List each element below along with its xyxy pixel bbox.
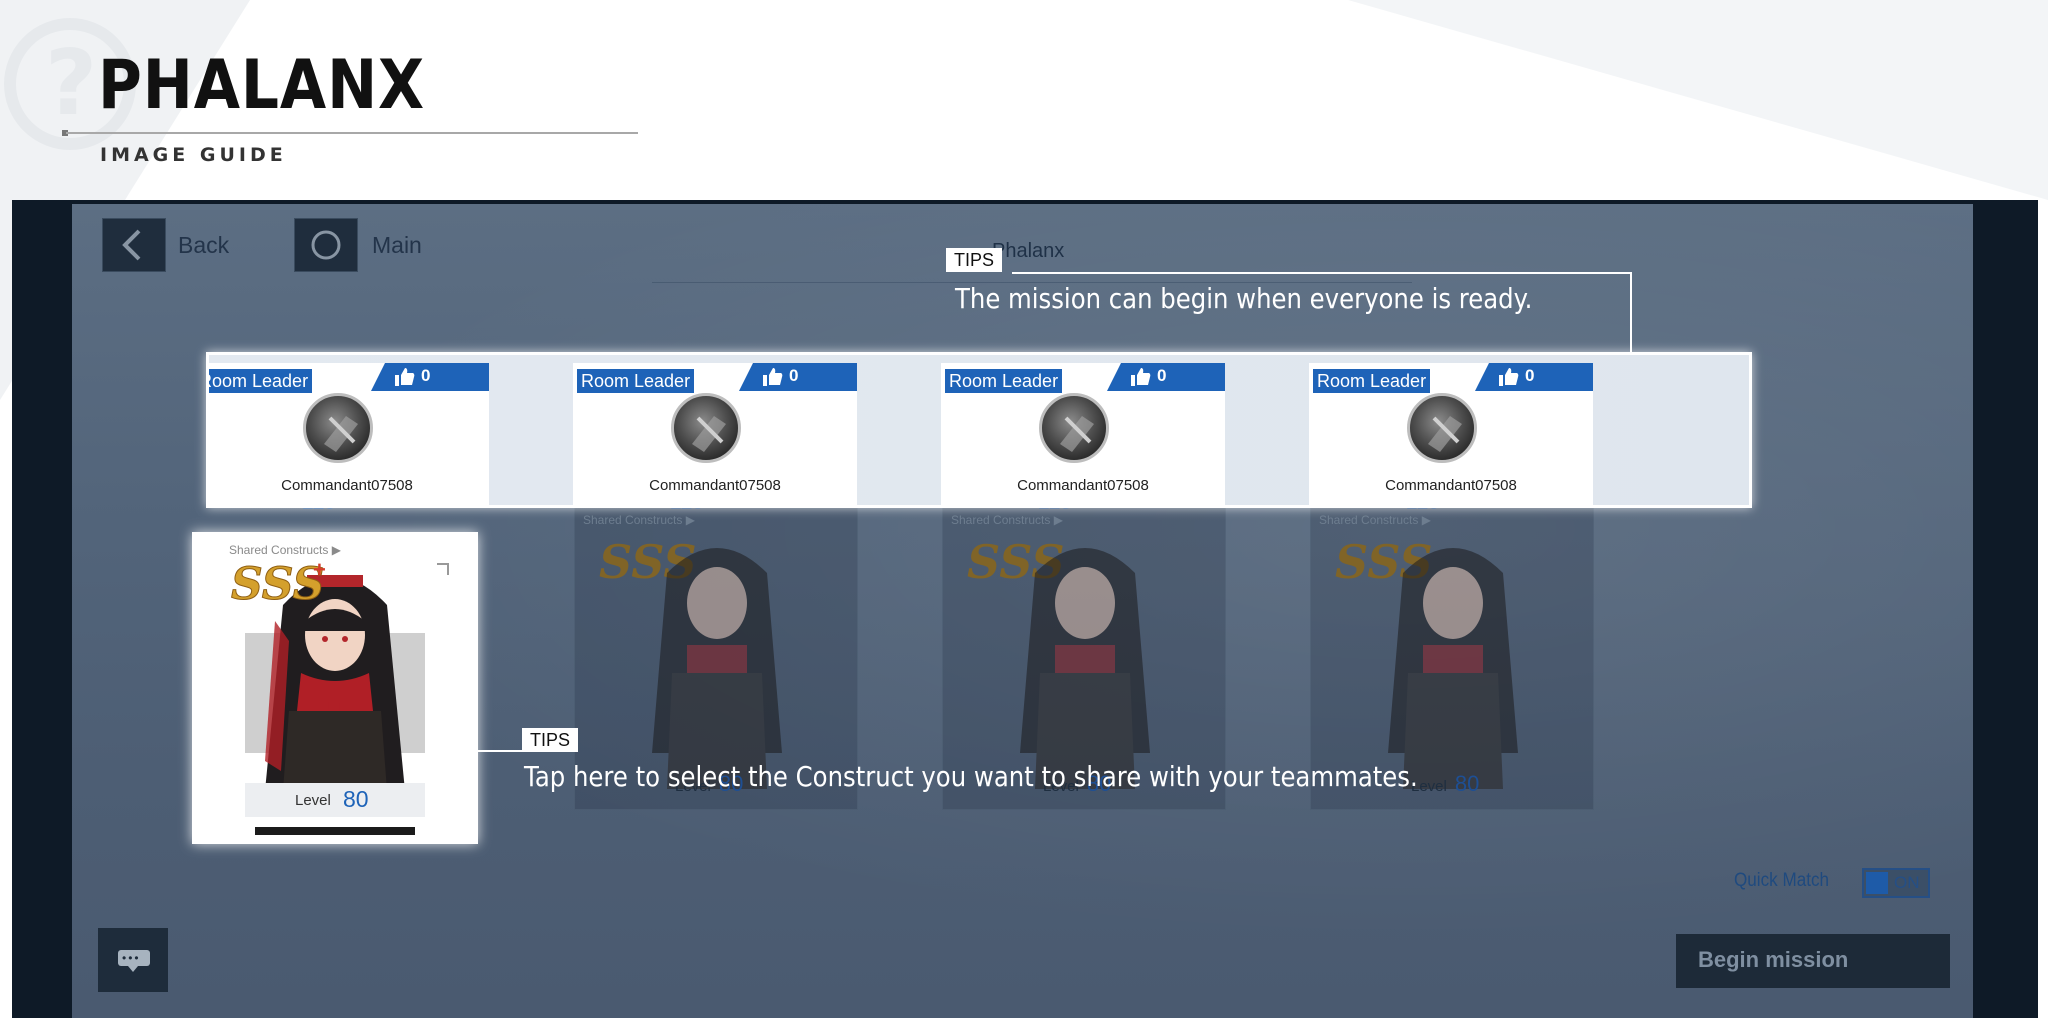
tip-leader-line [1012, 272, 1632, 274]
player-card[interactable]: Room Leader 0 Commandant07508 [1309, 363, 1593, 505]
tip-leader-line [1630, 272, 1632, 354]
page-subtitle: IMAGE GUIDE [100, 144, 287, 166]
like-button[interactable]: 0 [371, 363, 489, 391]
thumbs-up-icon [1131, 368, 1151, 386]
player-name: Commandant07508 [1385, 477, 1517, 494]
circle-icon [311, 230, 341, 260]
construct-portrait [652, 548, 782, 789]
avatar [1407, 393, 1477, 463]
thumbs-up-icon [395, 368, 415, 386]
shared-constructs-label: Shared Constructs ▶ [583, 513, 695, 527]
avatar [671, 393, 741, 463]
player-name: Commandant07508 [1017, 477, 1149, 494]
page-title: PHALANX [98, 46, 426, 125]
room-leader-tag: Room Leader [209, 369, 313, 393]
like-count: 0 [421, 366, 431, 385]
begin-mission-button[interactable]: Begin mission [1676, 934, 1950, 988]
room-leader-tag: Room Leader [1313, 369, 1431, 393]
card-corner [437, 563, 449, 575]
card-bottom-bar [255, 827, 415, 835]
chat-button[interactable]: ••• [98, 928, 168, 992]
toggle-state: ON [1894, 873, 1920, 892]
chevron-left-icon [122, 229, 141, 261]
construct-level: Level 80 [245, 783, 425, 817]
like-count: 0 [1157, 366, 1167, 385]
chat-icon: ••• [118, 950, 150, 972]
player-list: Room Leader 0 Commandant07508 Room Leade… [206, 352, 1752, 508]
construct-portrait [1388, 548, 1518, 789]
player-card[interactable]: Room Leader 0 Commandant07508 [573, 363, 857, 505]
avatar [303, 393, 373, 463]
toggle-knob [1866, 872, 1888, 894]
avatar [1039, 393, 1109, 463]
back-label: Back [178, 232, 230, 258]
thumbs-up-icon [1499, 368, 1519, 386]
begin-mission-label: Begin mission [1698, 947, 1849, 972]
back-button[interactable] [102, 218, 166, 272]
header-divider [66, 132, 638, 134]
quick-match-toggle[interactable]: ON [1862, 868, 1930, 898]
like-count: 0 [789, 366, 799, 385]
main-button[interactable] [294, 218, 358, 272]
thumbs-up-icon [763, 368, 783, 386]
shared-construct-card[interactable]: Shared Constructs ▶ SSS + Level 80 [192, 532, 478, 844]
level-value: 80 [343, 786, 369, 812]
svg-text:?: ? [45, 31, 97, 136]
like-button[interactable]: 0 [1107, 363, 1225, 391]
rank-badge: SSS [230, 559, 325, 611]
like-button[interactable]: 0 [739, 363, 857, 391]
header-bg-shape-right [1348, 0, 2048, 200]
player-name: Commandant07508 [649, 477, 781, 494]
shared-constructs-label: Shared Constructs ▶ [1319, 513, 1431, 527]
level-label: Level [295, 792, 331, 809]
tips-tag: TIPS [522, 728, 579, 752]
room-leader-tag: Room Leader [577, 369, 695, 393]
player-name: Commandant07508 [281, 477, 413, 494]
rank-plus: + [313, 557, 326, 582]
room-title: Phalanx [992, 240, 1065, 262]
player-card[interactable]: Room Leader 0 Commandant07508 [941, 363, 1225, 505]
like-count: 0 [1525, 366, 1535, 385]
like-button[interactable]: 0 [1475, 363, 1593, 391]
shared-constructs-label: Shared Constructs ▶ [229, 543, 341, 557]
room-leader-tag: Room Leader [945, 369, 1063, 393]
shared-constructs-label: Shared Constructs ▶ [951, 513, 1063, 527]
tip-text-bottom: Tap here to select the Construct you wan… [524, 760, 1418, 793]
main-label: Main [372, 232, 422, 258]
construct-level: Level 80 [1411, 771, 1480, 796]
tips-tag: TIPS [946, 248, 1003, 272]
tip-leader-line [474, 750, 522, 752]
construct-portrait [1020, 548, 1150, 789]
tip-text-top: The mission can begin when everyone is r… [955, 282, 1533, 315]
quick-match-label: Quick Match [1734, 870, 1830, 891]
player-card[interactable]: Room Leader 0 Commandant07508 [209, 363, 489, 505]
